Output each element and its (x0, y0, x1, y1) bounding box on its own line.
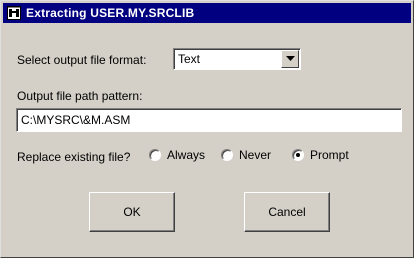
radio-never-label: Never (239, 148, 272, 162)
radio-always-label: Always (167, 148, 206, 162)
app-icon (6, 5, 22, 21)
radio-never-circle[interactable] (221, 149, 233, 161)
radio-prompt-circle[interactable] (292, 149, 304, 161)
dropdown-button[interactable] (281, 50, 299, 68)
title-bar[interactable]: Extracting USER.MY.SRCLIB (3, 3, 411, 23)
triangle-down-icon (285, 56, 295, 61)
format-label: Select output file format: (17, 53, 147, 67)
radio-always[interactable]: Always (149, 148, 205, 162)
window-title: Extracting USER.MY.SRCLIB (26, 6, 195, 20)
radio-prompt[interactable]: Prompt (292, 148, 349, 162)
radio-never[interactable]: Never (221, 148, 271, 162)
replace-label: Replace existing file? (17, 150, 131, 164)
dialog-window: Extracting USER.MY.SRCLIB Select output … (0, 0, 414, 258)
path-label: Output file path pattern: (17, 89, 143, 103)
cancel-button[interactable]: Cancel (244, 192, 330, 232)
format-select-value: Text (178, 52, 201, 66)
radio-prompt-label: Prompt (310, 148, 349, 162)
format-select[interactable]: Text (173, 48, 301, 70)
path-input[interactable] (16, 108, 402, 132)
ok-button[interactable]: OK (89, 192, 175, 232)
radio-always-circle[interactable] (149, 149, 161, 161)
